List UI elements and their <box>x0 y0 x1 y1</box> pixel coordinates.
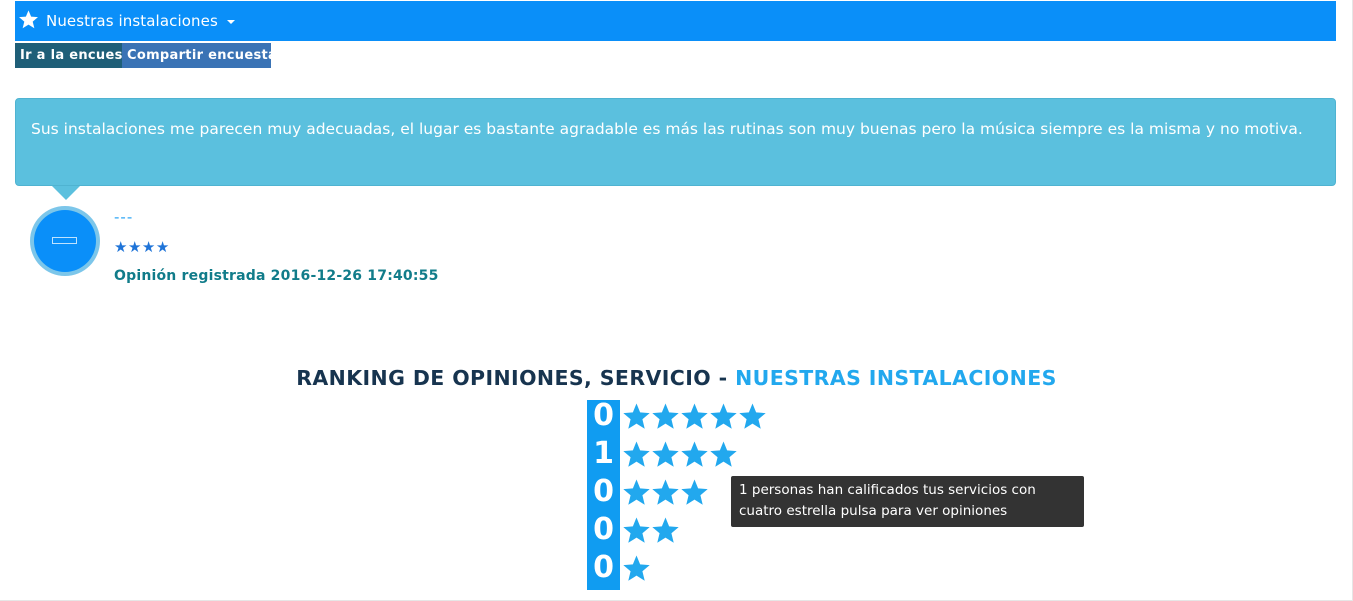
ranking-row-5-stars[interactable]: 0 <box>587 397 767 435</box>
ranking-title-service: NUESTRAS INSTALACIONES <box>735 366 1057 390</box>
ranking-count: 0 <box>593 550 614 585</box>
review-comment: Sus instalaciones me parecen muy adecuad… <box>15 98 1336 186</box>
ranking-row-2-stars[interactable]: 0 <box>587 511 680 549</box>
ranking-stars <box>622 554 651 583</box>
avatar <box>30 206 100 276</box>
comment-arrow <box>52 186 80 200</box>
ranking-count: 1 <box>593 436 614 471</box>
star-icon <box>623 402 650 429</box>
ranking-stars <box>622 516 680 545</box>
service-dropdown[interactable]: Nuestras instalaciones <box>15 1 1336 41</box>
star-icon <box>681 402 708 429</box>
ranking-count: 0 <box>593 398 614 433</box>
star-icon <box>739 402 766 429</box>
star-icon <box>652 440 679 467</box>
star-icon <box>652 478 679 505</box>
star-icon <box>19 10 38 29</box>
ranking-title: RANKING DE OPINIONES, SERVICIO - NUESTRA… <box>0 366 1352 390</box>
page: Nuestras instalaciones Ir a la encuesta … <box>0 0 1353 601</box>
star-icon <box>623 516 650 543</box>
ranking-stars <box>622 478 709 507</box>
ranking-row-1-stars[interactable]: 0 <box>587 549 651 587</box>
star-icon <box>623 478 650 505</box>
ranking-count: 0 <box>593 474 614 509</box>
ranking-row-3-stars[interactable]: 0 <box>587 473 709 511</box>
service-title: Nuestras instalaciones <box>46 12 218 30</box>
star-icon <box>652 402 679 429</box>
star-icon <box>652 516 679 543</box>
ranking-stars <box>622 440 738 469</box>
star-icon <box>710 440 737 467</box>
review-timestamp: Opinión registrada 2016-12-26 17:40:55 <box>114 268 439 284</box>
ranking-row-4-stars[interactable]: 1 <box>587 435 738 473</box>
share-survey-button[interactable]: Compartir encuesta <box>122 43 277 68</box>
ranking-tooltip: 1 personas han calificados tus servicios… <box>731 476 1084 527</box>
star-icon <box>623 440 650 467</box>
action-buttons: Ir a la encuesta Compartir encuesta <box>15 43 277 68</box>
star-icon <box>623 554 650 581</box>
ranking-count: 0 <box>593 512 614 547</box>
ranking-title-prefix: RANKING DE OPINIONES, SERVICIO - <box>296 366 736 390</box>
star-icon <box>710 402 737 429</box>
review-rating-stars: ★★★★ <box>114 238 170 256</box>
ranking-stars <box>622 402 767 431</box>
review-author: --- <box>114 208 134 226</box>
go-to-survey-button[interactable]: Ir a la encuesta <box>15 43 138 68</box>
avatar-logo <box>52 237 77 244</box>
star-icon <box>681 478 708 505</box>
avatar-image <box>34 210 96 272</box>
star-icon <box>681 440 708 467</box>
chevron-down-icon <box>226 20 235 24</box>
